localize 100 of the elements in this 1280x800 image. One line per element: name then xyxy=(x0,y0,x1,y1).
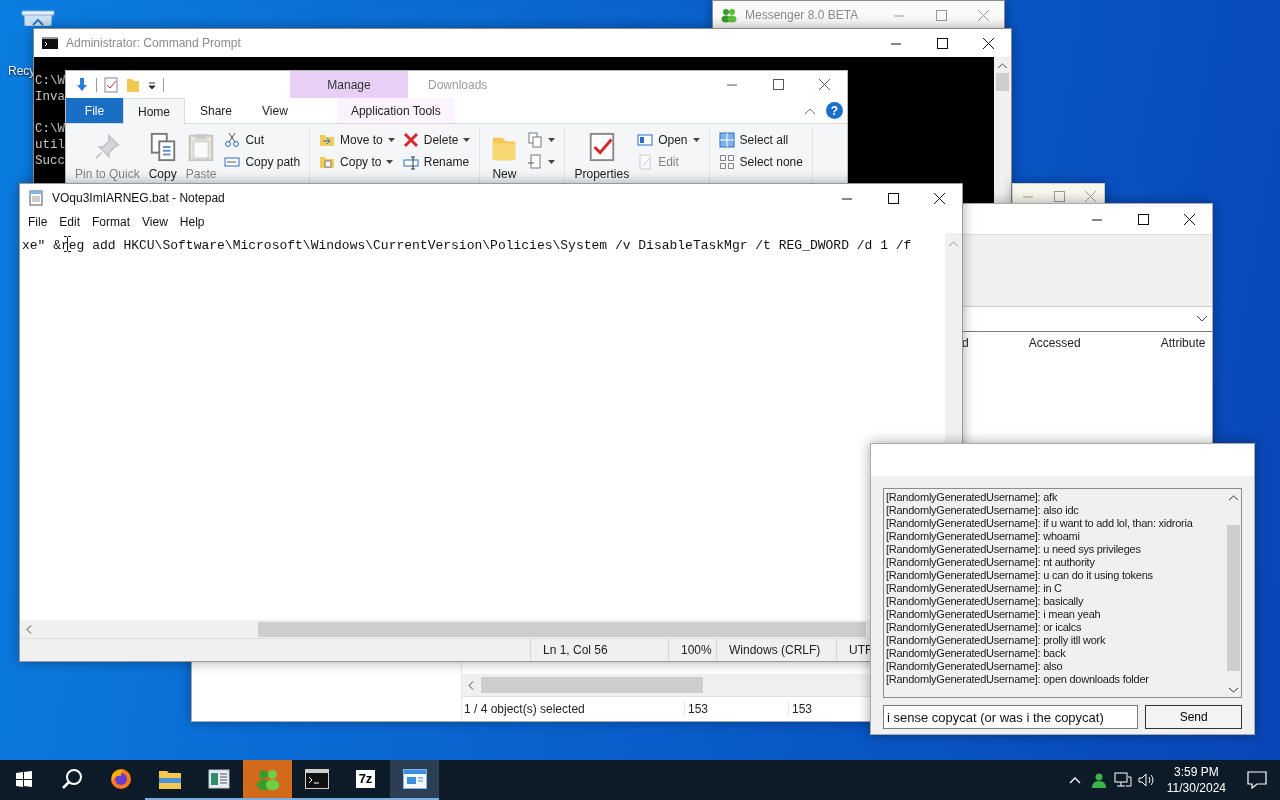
context-tab-header: Manage xyxy=(290,71,408,98)
chat-message: [RandomlyGeneratedUsername]: also idc xyxy=(886,504,1079,517)
menu-item[interactable]: Edit xyxy=(53,215,87,229)
browser-icon[interactable] xyxy=(108,767,133,791)
status-text: 153 xyxy=(684,702,788,716)
menu-item[interactable]: Help xyxy=(173,215,211,229)
ribbon-button[interactable]: Cut xyxy=(221,130,304,149)
delete-icon xyxy=(402,131,419,148)
buddies-icon xyxy=(721,7,737,23)
chevron-up-icon[interactable] xyxy=(1068,776,1081,784)
ribbon-tab[interactable]: View xyxy=(247,98,303,123)
console-line: Succ xyxy=(35,153,65,169)
file-menu-tab[interactable]: File xyxy=(66,98,123,123)
chat-message: [RandomlyGeneratedUsername]: u need sys privileges xyxy=(886,543,1141,556)
help-icon[interactable]: ? xyxy=(826,102,843,119)
dropdown-icon[interactable] xyxy=(147,79,157,90)
send-button[interactable]: Send xyxy=(1145,705,1242,729)
message-input[interactable]: i sense copycat (or was i the copycat) xyxy=(883,705,1139,729)
open-icon xyxy=(637,131,654,148)
folder-icon[interactable] xyxy=(157,768,182,790)
caret-icon xyxy=(386,159,394,164)
maximize-icon[interactable] xyxy=(1137,213,1149,225)
maximize-icon[interactable] xyxy=(936,37,948,49)
caret-icon xyxy=(692,137,700,142)
console-icon[interactable] xyxy=(304,769,329,789)
ribbon-button[interactable]: Copy to xyxy=(316,152,398,171)
menu-item[interactable]: View xyxy=(136,215,174,229)
status-text: 1 / 4 object(s) selected xyxy=(463,702,586,716)
menu-item[interactable]: File xyxy=(22,215,54,229)
grid-icon xyxy=(718,131,735,148)
clock[interactable]: 3:59 PM 11/30/2024 xyxy=(1158,764,1234,796)
app-logo[interactable]: 7z xyxy=(355,770,376,788)
close-icon[interactable] xyxy=(933,192,945,204)
chat-message: [RandomlyGeneratedUsername]: i mean yeah xyxy=(886,608,1101,621)
scroll-thumb[interactable] xyxy=(258,621,866,637)
scroll-thumb[interactable] xyxy=(1226,525,1240,671)
chat-message: [RandomlyGeneratedUsername]: basically xyxy=(886,595,1084,608)
ribbon-tab[interactable]: Application Tools xyxy=(336,98,455,123)
document-icon xyxy=(527,153,544,170)
status-text: Windows (CRLF) xyxy=(716,639,836,661)
chat-message: [RandomlyGeneratedUsername]: prolly itll work xyxy=(886,634,1106,647)
caret-icon xyxy=(387,137,395,142)
ribbon-button[interactable]: Delete xyxy=(399,130,474,149)
caret-icon xyxy=(548,159,556,164)
chat-message: [RandomlyGeneratedUsername]: or icalcs xyxy=(886,621,1082,634)
notepad-icon[interactable] xyxy=(402,769,427,789)
window-title: Downloads xyxy=(428,77,488,92)
chat-message: [RandomlyGeneratedUsername]: in C xyxy=(886,582,1062,595)
recycle-bin-icon[interactable] xyxy=(18,8,58,26)
chat-message: [RandomlyGeneratedUsername]: whoami xyxy=(886,530,1080,543)
caret-icon xyxy=(463,137,471,142)
document-icon[interactable] xyxy=(207,768,230,790)
column-header[interactable]: Accessed xyxy=(1028,336,1081,350)
checklist-icon[interactable] xyxy=(103,76,119,93)
chat-message: [RandomlyGeneratedUsername]: back xyxy=(886,647,1066,660)
scroll-up-icon[interactable] xyxy=(998,63,1007,69)
download-arrow-icon[interactable] xyxy=(74,76,90,93)
close-icon[interactable] xyxy=(818,79,830,90)
maximize-icon[interactable] xyxy=(772,79,784,90)
close-icon[interactable] xyxy=(982,37,994,49)
close-icon[interactable] xyxy=(1183,213,1195,225)
console-icon xyxy=(42,35,58,51)
search-icon[interactable] xyxy=(61,768,83,790)
new-item-icon xyxy=(527,131,544,148)
pin-icon xyxy=(92,132,123,162)
scroll-thumb[interactable] xyxy=(481,677,703,693)
caret-icon xyxy=(548,137,556,142)
ribbon-button[interactable]: Open xyxy=(634,130,703,149)
empty-grid-icon xyxy=(718,153,735,170)
ribbon-button[interactable]: Copy path xyxy=(221,152,304,171)
ribbon-tab[interactable]: Home xyxy=(123,98,185,124)
collapse-ribbon-icon[interactable] xyxy=(804,107,816,115)
ribbon-button[interactable]: Rename xyxy=(399,152,474,171)
menu-item[interactable]: Format xyxy=(86,215,137,229)
ribbon-button[interactable]: Move to xyxy=(316,130,398,149)
volume-icon[interactable] xyxy=(1137,772,1156,788)
taskbar-app-button[interactable] xyxy=(390,760,439,800)
column-header[interactable]: d xyxy=(962,336,969,350)
column-header[interactable]: Attribute xyxy=(1160,336,1206,350)
scroll-up-icon[interactable] xyxy=(1228,495,1238,501)
window-title: Administrator: Command Prompt xyxy=(66,36,241,50)
chevron-down-icon[interactable] xyxy=(1196,315,1208,323)
edit-icon xyxy=(637,153,654,170)
person-icon[interactable] xyxy=(1090,772,1107,788)
console-line: C:\W xyxy=(35,121,65,137)
scroll-thumb[interactable] xyxy=(996,73,1009,91)
notifications-icon[interactable] xyxy=(1247,771,1267,789)
console-line: util xyxy=(35,137,65,153)
chat-message: [RandomlyGeneratedUsername]: nt authority xyxy=(886,556,1095,569)
ribbon-tab[interactable]: Share xyxy=(185,98,248,123)
chat-message: [RandomlyGeneratedUsername]: u can do it using tokens xyxy=(886,569,1153,582)
status-text: Ln 1, Col 56 xyxy=(530,639,668,661)
chat-message: [RandomlyGeneratedUsername]: if u want to add lol, than: xidroria xyxy=(886,517,1193,530)
network-icon[interactable] xyxy=(1113,772,1132,788)
maximize-icon[interactable] xyxy=(887,192,899,204)
window-title: Messenger 8.0 BETA xyxy=(745,8,859,22)
ribbon-button[interactable]: Select all xyxy=(715,130,806,149)
scroll-down-icon[interactable] xyxy=(1228,687,1238,693)
ribbon-button[interactable]: Select none xyxy=(715,152,806,171)
windows-logo-icon[interactable] xyxy=(16,771,32,787)
